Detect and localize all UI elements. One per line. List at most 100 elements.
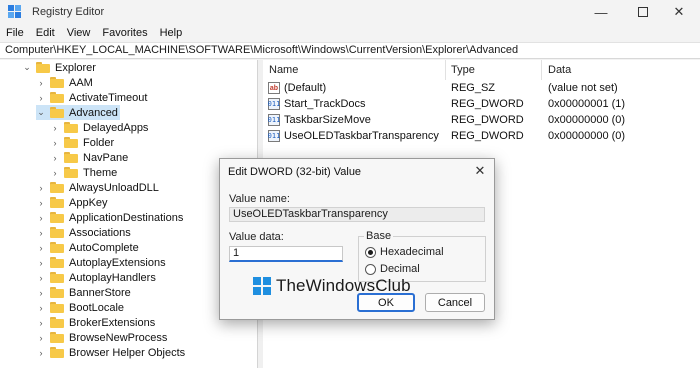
tree-item-autoplayextensions[interactable]: › AutoplayExtensions [36, 255, 166, 270]
value-name-label: Value name: [229, 193, 290, 205]
menu-file[interactable]: File [6, 27, 24, 39]
tree-item-label: AutoComplete [69, 241, 139, 254]
menu-favorites[interactable]: Favorites [102, 27, 147, 39]
chevron-down-icon[interactable]: ⌄ [36, 107, 46, 118]
tree-item-autoplayhandlers[interactable]: › AutoplayHandlers [36, 270, 156, 285]
value-name-field: UseOLEDTaskbarTransparency [229, 207, 485, 222]
tree-item-associations[interactable]: › Associations [36, 225, 131, 240]
value-row[interactable]: ab (Default) REG_SZ (value not set) [263, 81, 700, 97]
tree-item-advanced[interactable]: ⌄ Advanced [36, 105, 120, 120]
column-header-data[interactable]: Data [548, 64, 571, 76]
folder-icon [50, 347, 64, 358]
folder-icon [50, 107, 64, 118]
tree-item-alwaysunloaddll[interactable]: › AlwaysUnloadDLL [36, 180, 159, 195]
chevron-right-icon[interactable]: › [36, 318, 46, 328]
chevron-right-icon[interactable]: › [36, 78, 46, 88]
cancel-button[interactable]: Cancel [425, 293, 485, 312]
chevron-right-icon[interactable]: › [36, 258, 46, 268]
dialog-title: Edit DWORD (32-bit) Value [228, 166, 362, 178]
tree-item-label: DelayedApps [83, 121, 149, 134]
minimize-icon: — [594, 4, 608, 20]
tree-item-browsenewprocess[interactable]: › BrowseNewProcess [36, 330, 168, 345]
folder-icon [64, 167, 78, 178]
chevron-right-icon[interactable]: › [50, 123, 60, 133]
watermark-text: TheWindowsClub [276, 276, 411, 295]
value-type: REG_DWORD [451, 130, 524, 142]
folder-icon [50, 332, 64, 343]
maximize-icon [638, 7, 648, 17]
value-row[interactable]: 011 Start_TrackDocs REG_DWORD 0x00000001… [263, 97, 700, 113]
registry-editor-icon [8, 5, 22, 19]
tree-item-browser-helper-objects[interactable]: › Browser Helper Objects [36, 345, 186, 360]
tree-item-delayedapps[interactable]: › DelayedApps [50, 120, 149, 135]
tree-item-label: BrowseNewProcess [69, 331, 168, 344]
chevron-down-icon[interactable]: ⌄ [22, 62, 32, 73]
chevron-right-icon[interactable]: › [36, 228, 46, 238]
column-header-name[interactable]: Name [269, 64, 298, 76]
folder-icon [36, 62, 50, 73]
tree-item-bootlocale[interactable]: › BootLocale [36, 300, 125, 315]
hexadecimal-radio[interactable] [365, 247, 376, 258]
chevron-right-icon[interactable]: › [36, 198, 46, 208]
chevron-right-icon[interactable]: › [36, 273, 46, 283]
menu-bar: File Edit View Favorites Help [0, 24, 194, 42]
value-data-input[interactable]: 1 [229, 246, 343, 262]
tree-item-activatetimeout[interactable]: › ActivateTimeout [36, 90, 148, 105]
folder-icon [50, 242, 64, 253]
window-title: Registry Editor [32, 6, 105, 18]
menu-help[interactable]: Help [160, 27, 183, 39]
chevron-right-icon[interactable]: › [36, 303, 46, 313]
column-header-type[interactable]: Type [451, 64, 475, 76]
chevron-right-icon[interactable]: › [36, 333, 46, 343]
chevron-right-icon[interactable]: › [50, 168, 60, 178]
tree-item-label: ApplicationDestinations [69, 211, 184, 224]
dword-value-icon: 011 [268, 98, 280, 110]
tree-item-label: Advanced [69, 106, 118, 119]
tree-item-theme[interactable]: › Theme [50, 165, 118, 180]
tree-item-autocomplete[interactable]: › AutoComplete [36, 240, 139, 255]
tree-item-applicationdestinations[interactable]: › ApplicationDestinations [36, 210, 184, 225]
dialog-close-button[interactable]: ✕ [472, 163, 488, 179]
minimize-button[interactable]: — [578, 0, 624, 24]
tree-item-navpane[interactable]: › NavPane [50, 150, 129, 165]
chevron-right-icon[interactable]: › [50, 138, 60, 148]
menu-edit[interactable]: Edit [36, 27, 55, 39]
column-separator[interactable] [541, 60, 542, 80]
tree-item-brokerextensions[interactable]: › BrokerExtensions [36, 315, 156, 330]
tree-item-appkey[interactable]: › AppKey [36, 195, 108, 210]
folder-icon [50, 227, 64, 238]
tree-item-folder[interactable]: › Folder [50, 135, 115, 150]
close-window-button[interactable]: ✕ [656, 0, 700, 24]
tree-item-label: BrokerExtensions [69, 316, 156, 329]
tree-item-label: AlwaysUnloadDLL [69, 181, 159, 194]
tree-item-label: Folder [83, 136, 115, 149]
tree-item-label: AAM [69, 76, 93, 89]
menu-view[interactable]: View [67, 27, 91, 39]
chevron-right-icon[interactable]: › [36, 183, 46, 193]
value-row[interactable]: 011 UseOLEDTaskbarTransparency REG_DWORD… [263, 129, 700, 145]
chevron-right-icon[interactable]: › [36, 288, 46, 298]
folder-icon [50, 197, 64, 208]
folder-icon [50, 182, 64, 193]
chevron-right-icon[interactable]: › [36, 93, 46, 103]
address-bar[interactable]: Computer\HKEY_LOCAL_MACHINE\SOFTWARE\Mic… [0, 42, 700, 59]
folder-icon [64, 137, 78, 148]
chevron-right-icon[interactable]: › [36, 243, 46, 253]
hexadecimal-label[interactable]: Hexadecimal [380, 246, 444, 258]
chevron-right-icon[interactable]: › [36, 348, 46, 358]
tree-item-aam[interactable]: › AAM [36, 75, 93, 90]
value-data-label: Value data: [229, 231, 284, 243]
decimal-label[interactable]: Decimal [380, 263, 420, 275]
tree-item-bannerstore[interactable]: › BannerStore [36, 285, 131, 300]
chevron-right-icon[interactable]: › [50, 153, 60, 163]
decimal-radio[interactable] [365, 264, 376, 275]
tree-item-explorer[interactable]: ⌄ Explorer [22, 60, 96, 75]
folder-icon [50, 317, 64, 328]
tree-item-label: NavPane [83, 151, 129, 164]
column-separator[interactable] [445, 60, 446, 80]
tree-item-label: ActivateTimeout [69, 91, 148, 104]
folder-icon [50, 272, 64, 283]
value-type: REG_DWORD [451, 98, 524, 110]
value-row[interactable]: 011 TaskbarSizeMove REG_DWORD 0x00000000… [263, 113, 700, 129]
chevron-right-icon[interactable]: › [36, 213, 46, 223]
